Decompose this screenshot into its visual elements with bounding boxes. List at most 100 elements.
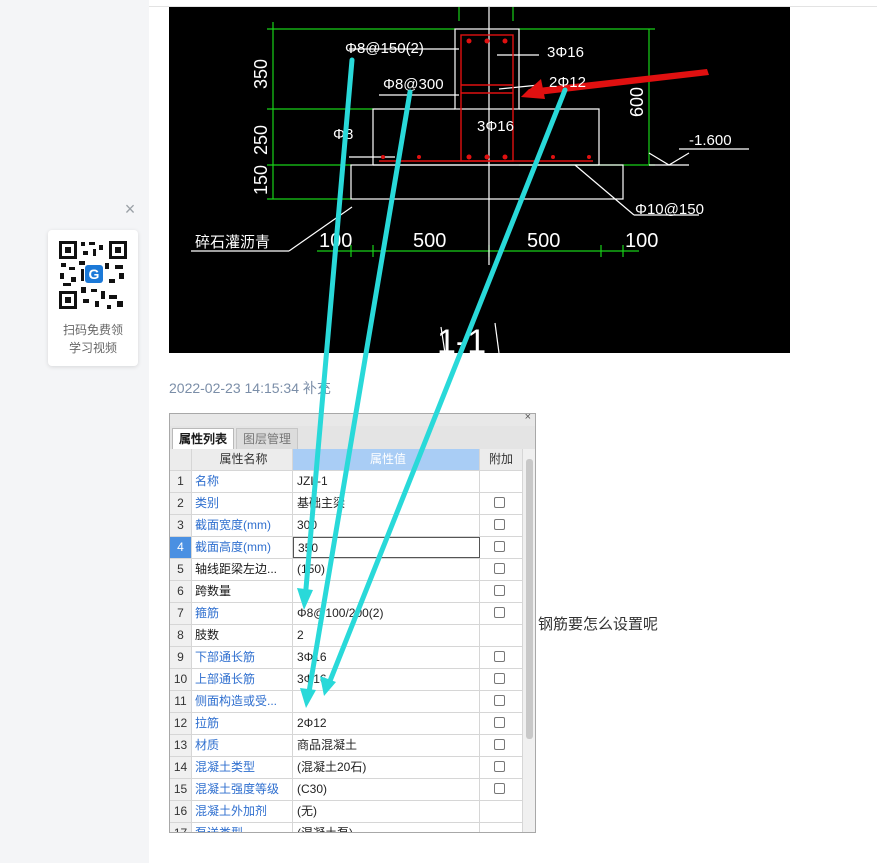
- row-number: 16: [170, 801, 192, 822]
- property-name: 混凝土外加剂: [192, 801, 293, 822]
- property-value[interactable]: 2: [293, 625, 480, 646]
- property-row[interactable]: 13 材质 商品混凝土: [170, 735, 523, 757]
- row-number: 13: [170, 735, 192, 756]
- property-value[interactable]: 300: [293, 515, 480, 536]
- property-name: 混凝土强度等级: [192, 779, 293, 800]
- extra-cell: [480, 779, 523, 800]
- scrollbar-thumb[interactable]: [526, 459, 533, 739]
- property-value[interactable]: 350: [293, 537, 480, 558]
- extra-cell: [480, 757, 523, 778]
- tab-property-list[interactable]: 属性列表: [172, 428, 234, 449]
- property-row[interactable]: 11 侧面构造或受...: [170, 691, 523, 713]
- property-row[interactable]: 6 跨数量: [170, 581, 523, 603]
- post-timestamp: 2022-02-23 14:15:34 补充: [169, 380, 331, 396]
- cad-label-stirrup-mid: Φ8@300: [383, 76, 444, 93]
- row-number: 17: [170, 823, 192, 832]
- property-value[interactable]: 3Φ16: [293, 669, 480, 690]
- property-value[interactable]: (150): [293, 559, 480, 580]
- extra-checkbox[interactable]: [494, 717, 505, 728]
- extra-checkbox[interactable]: [494, 761, 505, 772]
- extra-checkbox[interactable]: [494, 585, 505, 596]
- property-value[interactable]: 3Φ16: [293, 647, 480, 668]
- property-name: 材质: [192, 735, 293, 756]
- header-value-cell: 属性值: [293, 449, 480, 470]
- cad-label-side-bars: 2Φ12: [549, 74, 586, 91]
- row-number: 5: [170, 559, 192, 580]
- qr-code-icon: G: [57, 239, 129, 311]
- property-row[interactable]: 5 轴线距梁左边... (150): [170, 559, 523, 581]
- extra-checkbox[interactable]: [494, 783, 505, 794]
- property-name: 拉筋: [192, 713, 293, 734]
- extra-checkbox[interactable]: [494, 673, 505, 684]
- row-number: 9: [170, 647, 192, 668]
- extra-cell: [480, 559, 523, 580]
- property-value[interactable]: Φ8@100/200(2): [293, 603, 480, 624]
- cad-dim-600: 600: [627, 87, 647, 117]
- property-value[interactable]: (无): [293, 801, 480, 822]
- property-row[interactable]: 16 混凝土外加剂 (无): [170, 801, 523, 823]
- cad-section-mark: 1-1: [437, 323, 486, 353]
- tab-layer-management[interactable]: 图层管理: [236, 428, 298, 449]
- qr-caption-line2: 学习视频: [68, 341, 117, 355]
- panel-titlebar: ×: [170, 414, 535, 426]
- property-name: 肢数: [192, 625, 293, 646]
- property-row[interactable]: 1 名称 JZL-1: [170, 471, 523, 493]
- property-value[interactable]: (C30): [293, 779, 480, 800]
- property-name: 截面高度(mm): [192, 537, 293, 558]
- cad-dim-250: 250: [251, 125, 271, 155]
- extra-checkbox[interactable]: [494, 607, 505, 618]
- extra-checkbox[interactable]: [494, 739, 505, 750]
- property-name: 名称: [192, 471, 293, 492]
- property-value[interactable]: [293, 581, 480, 602]
- property-row[interactable]: 12 拉筋 2Φ12: [170, 713, 523, 735]
- extra-checkbox[interactable]: [494, 695, 505, 706]
- cad-dim-100-left: 100: [319, 230, 352, 252]
- cad-label-stirrup-top: Φ8@150(2): [345, 40, 424, 57]
- property-row[interactable]: 14 混凝土类型 (混凝土20石): [170, 757, 523, 779]
- property-name: 下部通长筋: [192, 647, 293, 668]
- property-row[interactable]: 9 下部通长筋 3Φ16: [170, 647, 523, 669]
- qr-logo-letter: G: [89, 266, 100, 282]
- property-panel: × 属性列表 图层管理 属性名称 属性值 附加 1 名称 JZL-1 2 类别 基础主梁 3…: [169, 413, 536, 833]
- property-value[interactable]: 2Φ12: [293, 713, 480, 734]
- property-row[interactable]: 10 上部通长筋 3Φ16: [170, 669, 523, 691]
- close-icon[interactable]: ×: [122, 200, 138, 218]
- property-value[interactable]: 商品混凝土: [293, 735, 480, 756]
- property-name: 上部通长筋: [192, 669, 293, 690]
- property-row[interactable]: 4 截面高度(mm) 350: [170, 537, 523, 559]
- property-row[interactable]: 7 箍筋 Φ8@100/200(2): [170, 603, 523, 625]
- extra-checkbox[interactable]: [494, 563, 505, 574]
- extra-checkbox[interactable]: [494, 541, 505, 552]
- property-row[interactable]: 15 混凝土强度等级 (C30): [170, 779, 523, 801]
- extra-cell: [480, 823, 523, 832]
- property-value[interactable]: (混凝土20石): [293, 757, 480, 778]
- extra-checkbox[interactable]: [494, 497, 505, 508]
- property-value[interactable]: (混凝土泵): [293, 823, 480, 832]
- property-row[interactable]: 17 泵送类型 (混凝土泵): [170, 823, 523, 832]
- extra-cell: [480, 493, 523, 514]
- property-name: 泵送类型: [192, 823, 293, 832]
- property-row[interactable]: 3 截面宽度(mm) 300: [170, 515, 523, 537]
- row-number: 10: [170, 669, 192, 690]
- extra-cell: [480, 581, 523, 602]
- row-number: 11: [170, 691, 192, 712]
- qr-promo-card[interactable]: G 扫码免费领 学习视频: [48, 230, 138, 366]
- property-name: 混凝土类型: [192, 757, 293, 778]
- question-text: 钢筋要怎么设置呢: [538, 616, 659, 633]
- row-number: 7: [170, 603, 192, 624]
- property-row[interactable]: 8 肢数 2: [170, 625, 523, 647]
- cad-dim-350: 350: [251, 59, 271, 89]
- property-value[interactable]: JZL-1: [293, 471, 480, 492]
- property-grid: 属性名称 属性值 附加 1 名称 JZL-1 2 类别 基础主梁 3 截面宽度(mm) 300 4…: [170, 449, 523, 832]
- grid-header-row: 属性名称 属性值 附加: [170, 449, 523, 471]
- extra-checkbox[interactable]: [494, 651, 505, 662]
- property-row[interactable]: 2 类别 基础主梁: [170, 493, 523, 515]
- property-value[interactable]: 基础主梁: [293, 493, 480, 514]
- extra-checkbox[interactable]: [494, 519, 505, 530]
- cad-label-slab-bars: Φ10@150: [635, 201, 704, 218]
- cad-drawing: Φ8@150(2) Φ8@300 3Φ16 2Φ12 3Φ16 Φ8 Φ10@1…: [169, 7, 790, 361]
- panel-close-icon[interactable]: ×: [525, 414, 531, 423]
- panel-scrollbar[interactable]: [523, 449, 535, 832]
- property-value[interactable]: [293, 691, 480, 712]
- extra-cell: [480, 713, 523, 734]
